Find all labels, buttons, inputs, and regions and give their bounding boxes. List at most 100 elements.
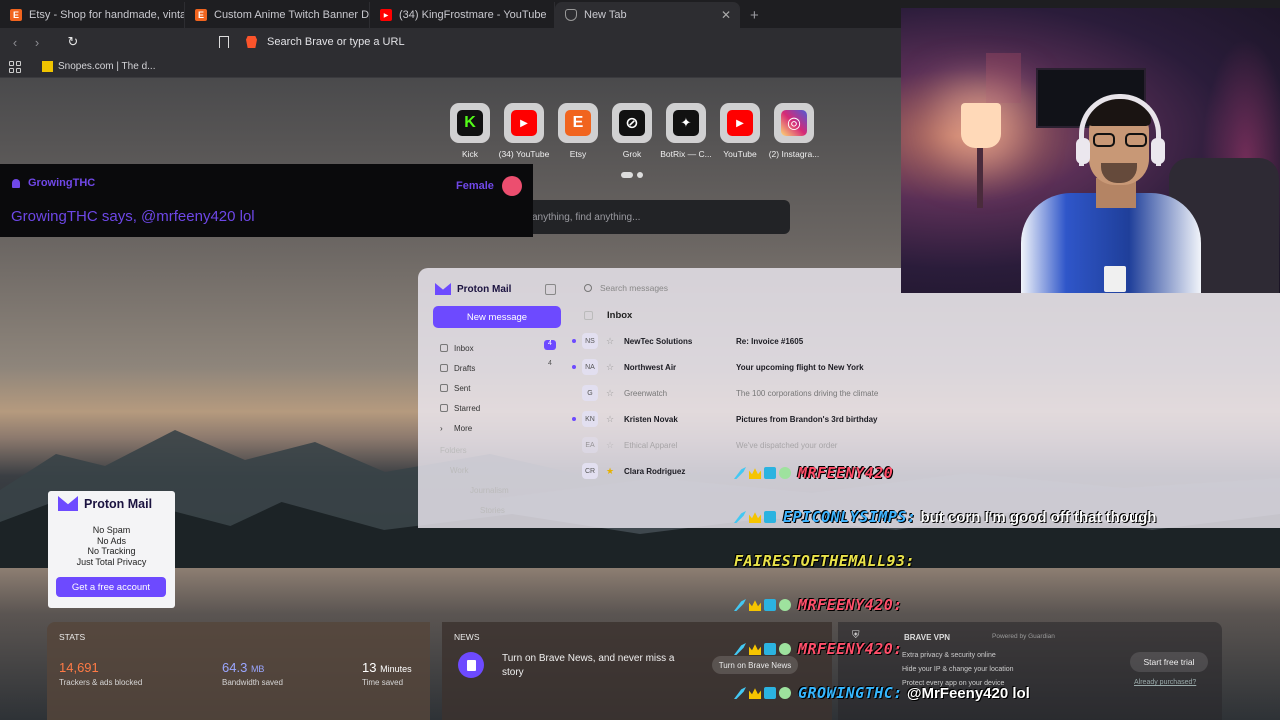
vpn-feature: Extra privacy & security online xyxy=(902,652,996,659)
faded-folder: Stories xyxy=(480,506,505,515)
tab-youtube[interactable]: ▶ (34) KingFrostmare - YouTube xyxy=(370,2,555,28)
search-placeholder: Search messages xyxy=(600,283,669,293)
stat-number: 13 xyxy=(362,660,377,675)
address-bar[interactable]: Search Brave or type a URL xyxy=(246,31,405,53)
inbox-header: Inbox xyxy=(584,310,632,321)
new-tab-plus-icon[interactable]: + xyxy=(750,2,759,28)
top-site-kick[interactable]: K Kick xyxy=(450,103,490,159)
tile: K xyxy=(450,103,490,143)
star-icon: ☆ xyxy=(606,387,615,398)
message-row: EA ☆ Ethical Apparel We've dispatched your … xyxy=(578,432,1278,458)
crown-badge-icon xyxy=(749,512,761,523)
tab-etsy[interactable]: E Etsy - Shop for handmade, vintage, c xyxy=(0,2,185,28)
alert-gender-text: Female xyxy=(456,180,494,192)
etsy-icon: E xyxy=(10,9,22,21)
top-sites-pager[interactable] xyxy=(621,172,643,178)
bookmark-icon[interactable] xyxy=(219,36,229,48)
top-site-youtube[interactable]: ▶ YouTube xyxy=(720,103,760,159)
crown-badge-icon xyxy=(749,600,761,611)
chat-username: MRFEENY420 xyxy=(798,464,894,482)
stat-value: 13 Minutes xyxy=(362,660,412,675)
circle-badge-icon xyxy=(779,467,791,479)
chat-badges xyxy=(734,511,779,523)
star-icon: ☆ xyxy=(606,335,615,346)
news-text: Turn on Brave News, and never miss a sto… xyxy=(502,653,675,678)
proton-ad-lines: No Spam No Ads No Tracking Just Total Pr… xyxy=(48,525,175,567)
close-tab-icon[interactable]: ✕ xyxy=(721,8,731,22)
stat-value: 64.3 MB xyxy=(222,660,283,675)
crown-badge-icon xyxy=(749,644,761,655)
forward-icon[interactable]: › xyxy=(26,35,48,50)
vpn-title: BRAVE VPN xyxy=(904,633,951,642)
proton-message-list: Search messages Inbox NS ☆ NewTec Solution… xyxy=(572,268,1280,528)
chat-message: GROWINGTHC: @MrFeeny420 lol xyxy=(734,678,1030,708)
chat-badges xyxy=(734,599,794,611)
tab-etsy-banner[interactable]: E Custom Anime Twitch Banner Design xyxy=(185,2,370,28)
stat-unit: MB xyxy=(250,664,265,674)
youtube-icon: ▶ xyxy=(380,9,392,21)
message-subject: Re: Invoice #1605 xyxy=(736,336,804,346)
avatar: NS xyxy=(582,333,598,349)
address-bar-placeholder: Search Brave or type a URL xyxy=(267,36,405,48)
chat-message: MRFEENY420 xyxy=(734,458,897,488)
top-site-botrix[interactable]: ✦ BotRix — C... xyxy=(660,103,712,159)
inbox-count-badge: 4 xyxy=(544,340,556,350)
tab-new-tab[interactable]: New Tab ✕ xyxy=(555,2,740,28)
new-tab-search-box[interactable]: anything, find anything... xyxy=(490,200,790,234)
ad-line: Just Total Privacy xyxy=(76,556,147,567)
wall-poster xyxy=(986,53,1021,103)
star-icon: ☆ xyxy=(606,413,615,424)
top-site-grok[interactable]: ⊘ Grok xyxy=(612,103,652,159)
proton-mail-logo: Proton Mail xyxy=(58,496,152,511)
sword-badge-icon xyxy=(734,643,746,655)
tile: E xyxy=(558,103,598,143)
top-site-label: (2) Instagra... xyxy=(768,149,820,159)
inbox-title: Inbox xyxy=(607,310,633,321)
message-subject: Your upcoming flight to New York xyxy=(736,362,864,372)
proton-search: Search messages xyxy=(584,283,668,293)
tile: ✦ xyxy=(666,103,706,143)
bookmark-snopes[interactable]: Snopes.com | The d... xyxy=(58,61,155,72)
reload-icon[interactable]: ↻ xyxy=(62,34,84,50)
vpn-feature: Hide your IP & change your location xyxy=(902,666,1014,673)
crown-badge-icon xyxy=(749,468,761,479)
tile: ◎ xyxy=(774,103,814,143)
chat-alert-overlay: GrowingTHC Female GrowingTHC says, @mrfe… xyxy=(0,164,533,237)
kick-icon: K xyxy=(457,110,483,136)
top-site-etsy[interactable]: E Etsy xyxy=(558,103,598,159)
stat-trackers: 14,691 Trackers & ads blocked xyxy=(59,660,142,687)
circle-badge-icon xyxy=(779,687,791,699)
chat-username: EPICONLYSIMPS: xyxy=(783,508,917,526)
tab-title: Custom Anime Twitch Banner Design xyxy=(214,9,370,21)
etsy-icon: E xyxy=(195,9,207,21)
stat-desc: Bandwidth saved xyxy=(222,678,283,687)
proton-mail-promo-screenshot[interactable]: Proton Mail New message Inbox Drafts Sen… xyxy=(418,268,1280,528)
headset xyxy=(1079,94,1161,166)
top-site-instagram[interactable]: ◎ (2) Instagra... xyxy=(769,103,819,159)
faded-folders: Folders Work Journalism Stories xyxy=(440,446,509,526)
avatar xyxy=(501,176,522,196)
stat-desc: Time saved xyxy=(362,678,404,687)
alert-username-text: GrowingTHC xyxy=(28,177,96,189)
apps-grid-icon[interactable] xyxy=(9,60,21,73)
lamp xyxy=(961,103,1001,148)
message-row: CR ★ Clara Rodriguez xyxy=(578,458,1278,484)
avatar: EA xyxy=(582,437,598,453)
news-icon xyxy=(458,652,484,678)
alert-username: GrowingTHC xyxy=(12,177,95,189)
already-purchased-link[interactable]: Already purchased? xyxy=(1134,679,1196,686)
faded-folder: Work xyxy=(450,466,469,475)
sub-badge-icon xyxy=(764,599,776,611)
get-free-account-button[interactable]: Get a free account xyxy=(56,577,166,597)
tab-title: (34) KingFrostmare - YouTube xyxy=(399,9,547,21)
brave-shields-icon[interactable] xyxy=(246,36,257,48)
start-free-trial-button[interactable]: Start free trial xyxy=(1130,652,1208,672)
back-icon[interactable]: ‹ xyxy=(4,35,26,50)
top-site-youtube-34[interactable]: ▶ (34) YouTube xyxy=(499,103,549,159)
star-icon: ☆ xyxy=(606,439,615,450)
tile: ▶ xyxy=(504,103,544,143)
jersey-crest xyxy=(1104,266,1126,292)
proton-brand-text: Proton Mail xyxy=(84,496,153,511)
circle-badge-icon xyxy=(779,643,791,655)
chat-text: @MrFeeny420 lol xyxy=(906,684,1030,702)
